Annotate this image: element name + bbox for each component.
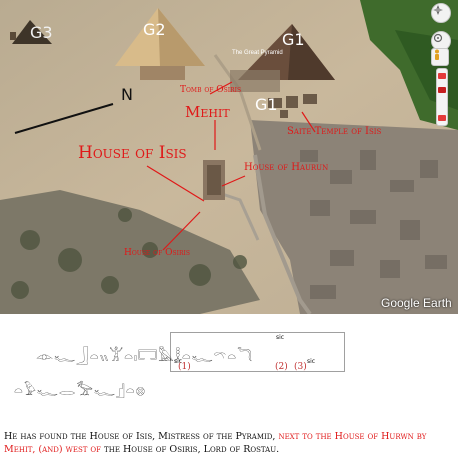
house-of-osiris-label: House of Osiris <box>124 248 190 258</box>
footnote-1: (1) <box>178 362 191 372</box>
footnote-2: (2) <box>275 362 288 372</box>
saite-temple-label: Saite Temple of Isis <box>287 126 382 137</box>
hieroglyph-panel: 𓁹𓆑𓃀𓏏𓏭𓀠𓏏𓏤𓉐𓅓𓎛𓏏𓆑𓍼𓏏𓆓 𓏏𓅱𓆑𓂋𓅡𓆑𓊨𓏏𓊖 sic sic sic (… <box>0 314 458 410</box>
zoom-slider[interactable] <box>436 68 448 126</box>
map-imagery <box>0 0 458 314</box>
google-earth-attribution: Google Earth <box>381 296 452 310</box>
translation-caption: He has found the House of Isis, Mistress… <box>4 430 456 456</box>
hieroglyph-line-1: 𓁹𓆑𓃀𓏏𓏭𓀠𓏏𓏤𓉐𓅓𓎛𓏏𓆑𓍼𓏏𓆓 <box>36 349 254 365</box>
zoom-handle[interactable] <box>438 87 446 93</box>
zoom-in-icon[interactable] <box>438 73 446 79</box>
great-pyramid-overlay: The Great Pyramid <box>232 50 283 56</box>
figure: G3 G2 G1 G1 The Great Pyramid N Tomb of … <box>0 0 458 465</box>
g1-label: G1 <box>282 30 305 49</box>
house-of-isis-label: House of Isis <box>78 143 187 163</box>
footnote-3: (3) <box>294 362 307 372</box>
g3-label: G3 <box>30 23 53 42</box>
sic-mark: sic <box>276 334 285 341</box>
north-label: N <box>121 85 133 104</box>
house-of-haurun-label: House of Haurun <box>244 162 329 173</box>
g1-small-label: G1 <box>255 95 278 114</box>
zoom-out-icon[interactable] <box>438 115 446 121</box>
hieroglyph-line-2: 𓏏𓅱𓆑𓂋𓅡𓆑𓊨𓏏𓊖 <box>14 383 147 399</box>
compass-icon[interactable] <box>431 3 451 23</box>
pegman-icon[interactable] <box>431 48 449 66</box>
caption-part-1: He has found the House of Isis, Mistress… <box>4 431 279 442</box>
sic-mark: sic <box>307 358 316 365</box>
tomb-of-osiris-label: Tomb of Osiris <box>180 85 242 95</box>
mehit-label: Mehit <box>185 103 230 121</box>
caption-part-3: the House of Osiris, Lord of Rostau. <box>101 444 280 455</box>
satellite-map[interactable]: G3 G2 G1 G1 The Great Pyramid N Tomb of … <box>0 0 458 314</box>
g2-label: G2 <box>143 20 166 39</box>
